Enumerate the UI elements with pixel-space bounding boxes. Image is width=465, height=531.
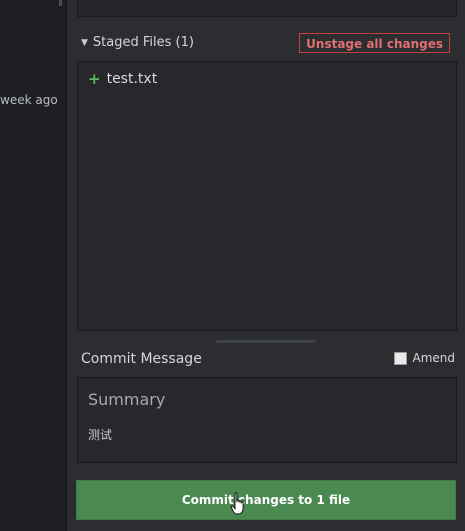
staged-files-header[interactable]: ▼ Staged Files (1): [81, 35, 194, 50]
amend-checkbox[interactable]: Amend: [394, 351, 455, 365]
amend-label: Amend: [412, 351, 455, 365]
staged-files-list: + test.txt: [77, 61, 457, 331]
splitter-handle[interactable]: [216, 340, 316, 343]
commit-button[interactable]: Commit changes to 1 file: [76, 480, 456, 520]
changes-panel: ▼ Staged Files (1) Unstage all changes +…: [67, 0, 465, 531]
summary-input[interactable]: Summary: [88, 390, 165, 409]
hand-cursor-icon: [230, 492, 244, 515]
plus-icon: +: [88, 70, 101, 88]
description-input[interactable]: 测试: [88, 426, 112, 443]
commit-message-label: Commit Message: [81, 351, 202, 367]
checkbox-icon[interactable]: [394, 351, 408, 365]
commit-message-box[interactable]: Summary 测试: [77, 377, 457, 463]
staged-files-title: Staged Files (1): [92, 35, 194, 50]
history-time: week ago: [0, 93, 58, 107]
history-pane: week ago: [0, 0, 67, 531]
unstage-all-button[interactable]: Unstage all changes: [299, 33, 450, 53]
caret-down-icon: ▼: [81, 37, 88, 48]
file-name: test.txt: [106, 71, 158, 87]
unstaged-panel-bottom: [77, 0, 457, 17]
history-scrollbar[interactable]: [59, 0, 62, 6]
list-item[interactable]: + test.txt: [88, 70, 157, 88]
